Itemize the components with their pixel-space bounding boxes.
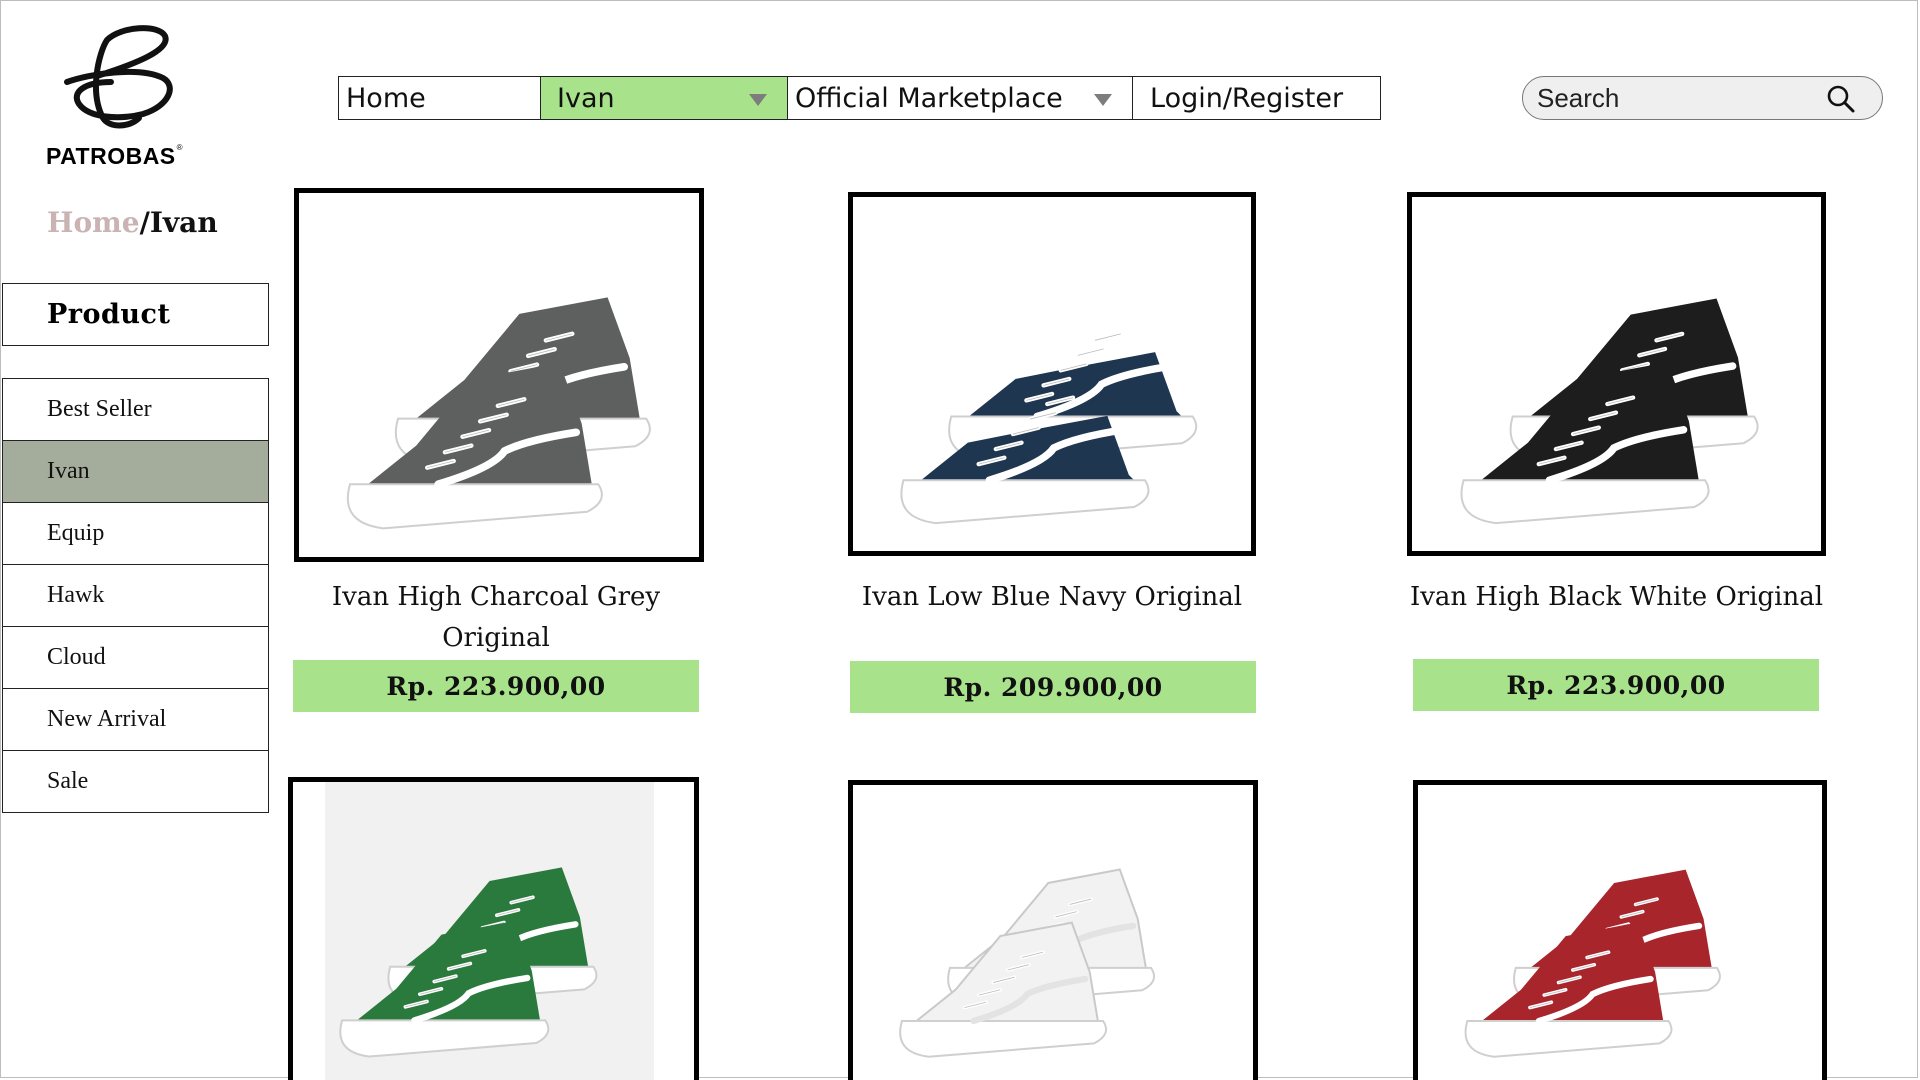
sidebar-item-label: Equip [47,520,105,546]
product-image[interactable] [848,192,1256,556]
product-image[interactable] [1413,780,1827,1080]
breadcrumb-home[interactable]: Home [47,206,140,239]
sidebar-item-hawk[interactable]: Hawk [2,564,269,627]
product-price: Rp. 223.900,00 [1413,659,1819,711]
brand-name: PATROBAS® [46,143,184,169]
sidebar-item-label: New Arrival [47,706,167,732]
nav-login-register[interactable]: Login/Register [1133,77,1380,119]
product-name[interactable]: Ivan High Black White Original [1407,577,1826,618]
nav-marketplace-dropdown[interactable]: Official Marketplace [788,77,1133,119]
sidebar-item-equip[interactable]: Equip [2,502,269,565]
breadcrumb-current: Ivan [149,206,218,239]
sneaker-high-image [1464,869,1721,1058]
nav-home[interactable]: Home [339,77,541,119]
product-image[interactable] [288,777,699,1080]
sidebar-item-label: Sale [47,768,89,794]
sidebar-item-sale[interactable]: Sale [2,750,269,813]
search-icon[interactable] [1826,84,1856,114]
sidebar-title: Product [2,283,269,346]
nav-home-label: Home [346,82,426,114]
sneaker-high-image [346,297,651,530]
nav-ivan-label: Ivan [557,82,615,114]
search-input[interactable] [1523,82,1813,114]
sneaker-high-image [1460,298,1759,525]
sidebar-item-new-arrival[interactable]: New Arrival [2,688,269,751]
sidebar-item-label: Ivan [47,458,90,484]
breadcrumb-separator: / [139,206,150,239]
sidebar-item-cloud[interactable]: Cloud [2,626,269,689]
sneaker-high-image [899,868,1156,1058]
patrobas-logo-mark [64,25,173,129]
product-image[interactable] [294,188,704,562]
brand-logo[interactable]: PATROBAS® [44,22,204,172]
sneaker-high-image [325,782,654,1080]
product-image[interactable] [1407,192,1826,556]
sidebar-item-label: Cloud [47,644,106,670]
nav-marketplace-label: Official Marketplace [795,82,1063,114]
sidebar-item-label: Hawk [47,582,105,608]
sidebar-item-ivan[interactable]: Ivan [2,440,269,503]
caret-down-icon [1094,94,1112,106]
product-price: Rp. 209.900,00 [850,661,1256,713]
sidebar-categories: Best Seller Ivan Equip Hawk Cloud New Ar… [2,378,269,813]
nav-ivan-dropdown[interactable]: Ivan [541,77,788,119]
search-box [1522,76,1883,120]
sidebar-item-label: Best Seller [47,396,152,422]
product-name[interactable]: Ivan Low Blue Navy Original [848,577,1256,618]
nav-login-label: Login/Register [1150,82,1344,114]
sidebar-item-best-seller[interactable]: Best Seller [2,378,269,441]
top-nav: Home Ivan Official Marketplace Login/Reg… [338,76,1381,120]
product-image[interactable] [848,780,1258,1080]
product-name[interactable]: Ivan High Charcoal Grey Original [294,577,698,659]
caret-down-icon [749,94,767,106]
breadcrumb: Home/Ivan [47,206,218,239]
sneaker-low-image [900,331,1198,525]
product-price: Rp. 223.900,00 [293,660,699,712]
